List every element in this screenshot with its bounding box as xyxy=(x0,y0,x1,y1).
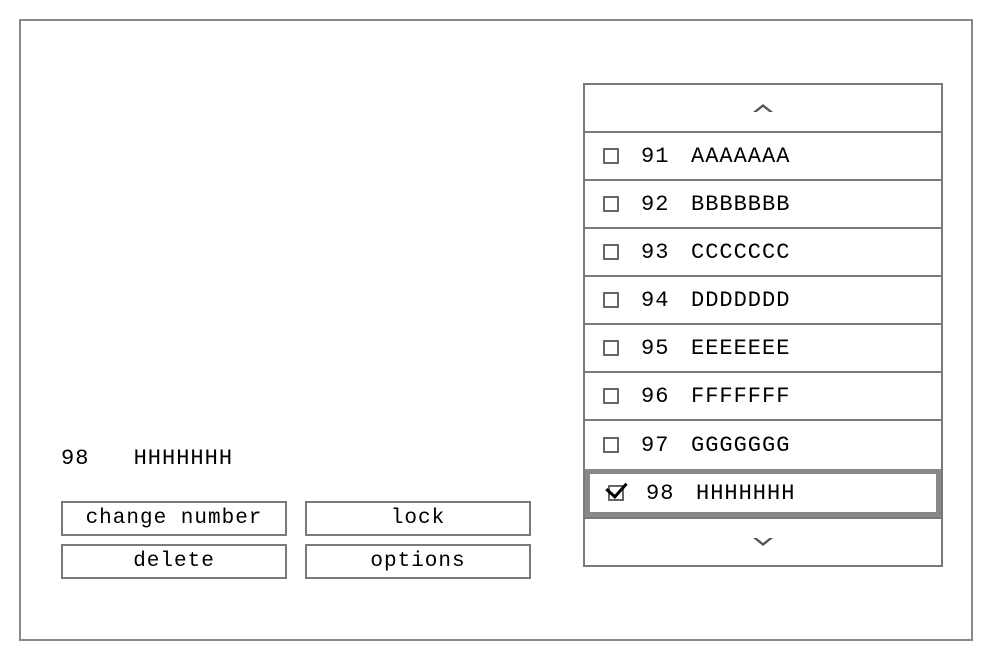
item-checkbox[interactable] xyxy=(603,196,619,212)
item-number: 98 xyxy=(646,481,696,506)
list-item[interactable]: 92BBBBBBB xyxy=(585,181,941,229)
lock-button[interactable]: lock xyxy=(305,501,531,536)
scroll-down-button[interactable] xyxy=(585,517,941,565)
button-row-1: change number lock xyxy=(61,501,531,536)
selected-item-display: 98 HHHHHHH xyxy=(61,446,233,471)
item-label: CCCCCCC xyxy=(691,240,790,265)
item-checkbox[interactable] xyxy=(603,292,619,308)
change-number-button[interactable]: change number xyxy=(61,501,287,536)
scroll-up-button[interactable] xyxy=(585,85,941,133)
list-item[interactable]: 97GGGGGGG xyxy=(585,421,941,469)
selected-item-number: 98 xyxy=(61,446,89,471)
options-button[interactable]: options xyxy=(305,544,531,579)
item-list-panel: 91AAAAAAA92BBBBBBB93CCCCCCC94DDDDDDD95EE… xyxy=(583,83,943,567)
details-pane: 98 HHHHHHH change number lock delete opt… xyxy=(21,21,561,639)
list-item[interactable]: 95EEEEEEE xyxy=(585,325,941,373)
app-frame: 98 HHHHHHH change number lock delete opt… xyxy=(19,19,973,641)
chevron-up-icon xyxy=(753,104,773,112)
item-label: GGGGGGG xyxy=(691,433,790,458)
item-number: 95 xyxy=(641,336,691,361)
item-label: FFFFFFF xyxy=(691,384,790,409)
list-item[interactable]: 96FFFFFFF xyxy=(585,373,941,421)
item-number: 96 xyxy=(641,384,691,409)
item-number: 94 xyxy=(641,288,691,313)
item-checkbox[interactable] xyxy=(603,437,619,453)
action-button-grid: change number lock delete options xyxy=(61,501,531,587)
list-item[interactable]: 94DDDDDDD xyxy=(585,277,941,325)
item-label: DDDDDDD xyxy=(691,288,790,313)
item-checkbox[interactable] xyxy=(603,388,619,404)
item-label: EEEEEEE xyxy=(691,336,790,361)
item-checkbox[interactable] xyxy=(603,244,619,260)
item-label: AAAAAAA xyxy=(691,144,790,169)
item-number: 91 xyxy=(641,144,691,169)
item-checkbox[interactable] xyxy=(608,485,624,501)
item-number: 97 xyxy=(641,433,691,458)
list-item[interactable]: 98HHHHHHH xyxy=(585,469,941,517)
list-container: 91AAAAAAA92BBBBBBB93CCCCCCC94DDDDDDD95EE… xyxy=(585,133,941,517)
chevron-down-icon xyxy=(753,538,773,546)
selected-item-label: HHHHHHH xyxy=(134,446,233,471)
item-label: BBBBBBB xyxy=(691,192,790,217)
list-item[interactable]: 93CCCCCCC xyxy=(585,229,941,277)
item-checkbox[interactable] xyxy=(603,340,619,356)
item-checkbox[interactable] xyxy=(603,148,619,164)
delete-button[interactable]: delete xyxy=(61,544,287,579)
item-number: 92 xyxy=(641,192,691,217)
item-label: HHHHHHH xyxy=(696,481,795,506)
item-number: 93 xyxy=(641,240,691,265)
list-item[interactable]: 91AAAAAAA xyxy=(585,133,941,181)
button-row-2: delete options xyxy=(61,544,531,579)
